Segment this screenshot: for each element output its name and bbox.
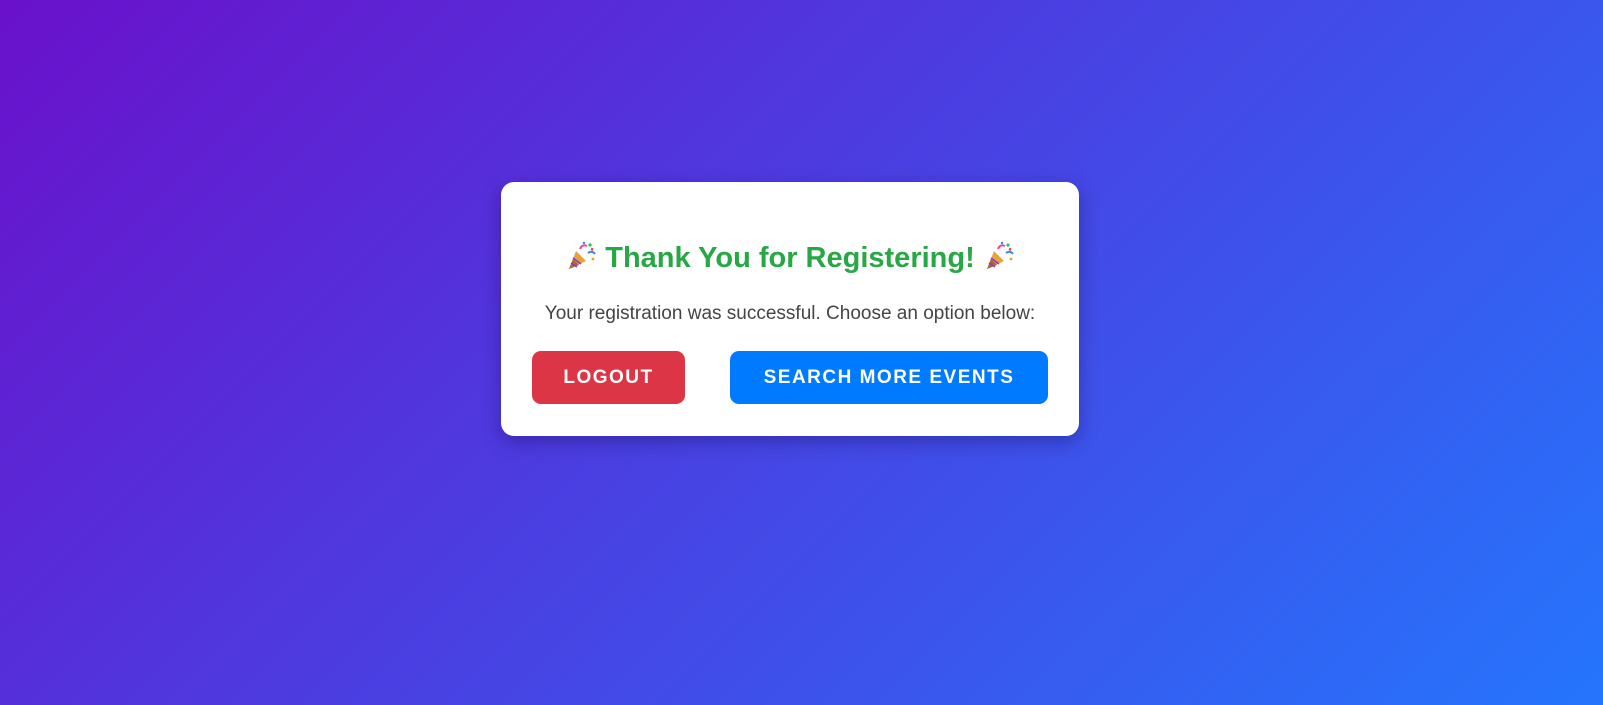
party-popper-icon (569, 242, 597, 270)
success-heading: Thank You for Registering! (501, 240, 1079, 276)
success-message: Your registration was successful. Choose… (544, 303, 1036, 324)
party-popper-icon (986, 242, 1014, 270)
logout-button[interactable]: LOGOUT (532, 351, 685, 404)
registration-success-card: Thank You for Registering! Your registra… (501, 182, 1079, 436)
success-title-text: Thank You for Registering! (605, 242, 975, 274)
search-more-events-button[interactable]: SEARCH MORE EVENTS (730, 351, 1048, 404)
